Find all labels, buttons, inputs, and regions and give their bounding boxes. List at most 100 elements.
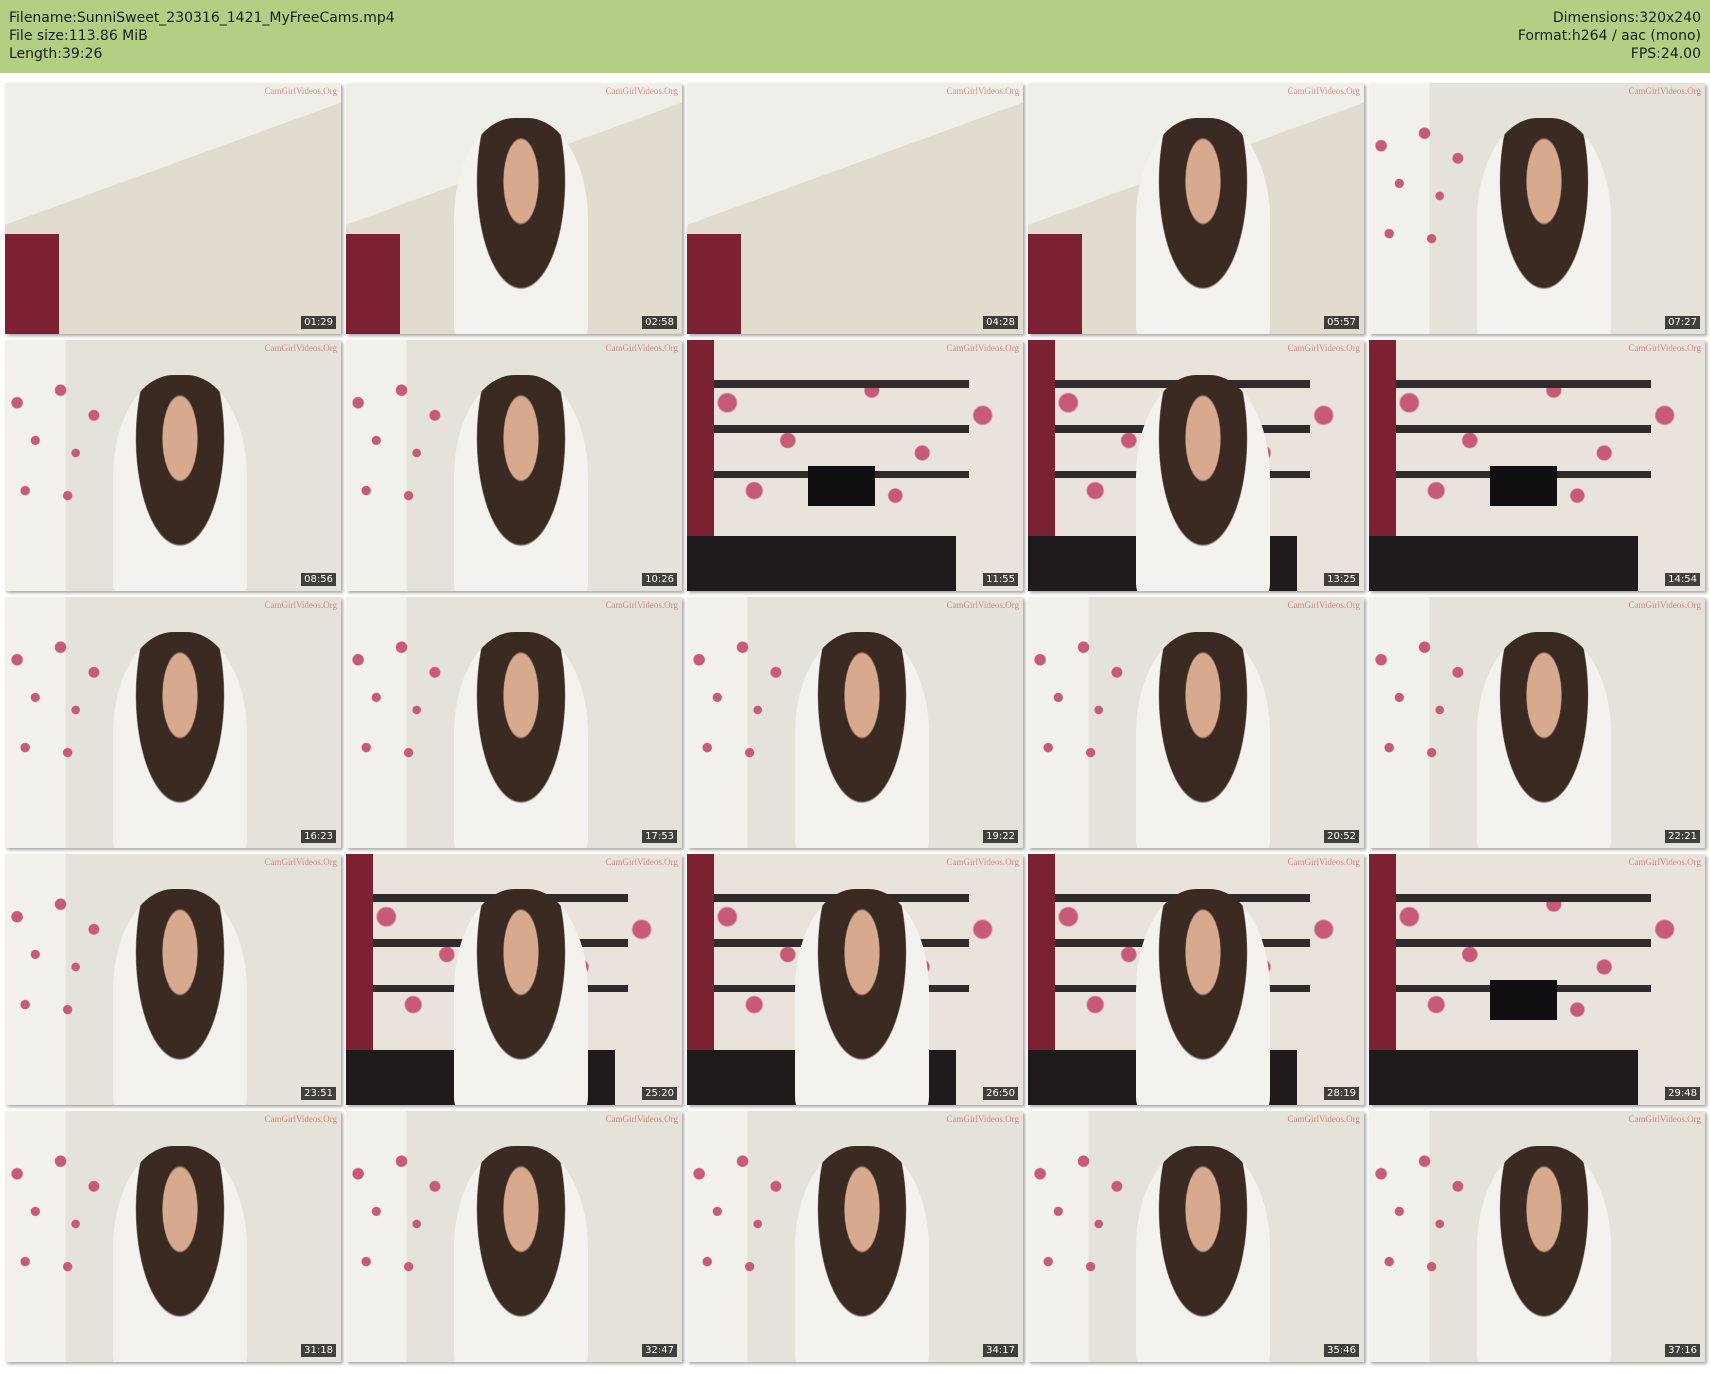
watermark-logo: CamGirlVideos.Org xyxy=(1287,86,1360,96)
watermark-logo: CamGirlVideos.Org xyxy=(605,857,678,867)
length-value: 39:26 xyxy=(62,46,103,62)
video-thumbnail: CamGirlVideos.Org 02:58 xyxy=(346,83,682,334)
video-thumbnail: CamGirlVideos.Org 28:19 xyxy=(1028,854,1364,1105)
watermark-logo: CamGirlVideos.Org xyxy=(264,600,337,610)
person-figure xyxy=(1135,889,1270,1105)
flower-wall-decal xyxy=(5,854,106,1105)
timestamp-label: 26:50 xyxy=(983,1087,1018,1100)
watermark-logo: CamGirlVideos.Org xyxy=(605,343,678,353)
video-thumbnail: CamGirlVideos.Org 20:52 xyxy=(1028,597,1364,848)
video-thumbnail: CamGirlVideos.Org 32:47 xyxy=(346,1111,682,1362)
watermark-logo: CamGirlVideos.Org xyxy=(1628,86,1701,96)
video-thumbnail: CamGirlVideos.Org 08:56 xyxy=(5,340,341,591)
watermark-logo: CamGirlVideos.Org xyxy=(946,343,1019,353)
flower-wall-decal xyxy=(346,597,447,848)
red-wall-accent xyxy=(5,233,59,334)
watermark-logo: CamGirlVideos.Org xyxy=(605,86,678,96)
video-thumbnail: CamGirlVideos.Org 05:57 xyxy=(1028,83,1364,334)
dimensions-label: Dimensions: xyxy=(1552,10,1640,26)
fps-value: 24.00 xyxy=(1660,46,1701,62)
wall-shelf xyxy=(713,380,970,388)
timestamp-label: 22:21 xyxy=(1665,830,1700,843)
video-thumbnail: CamGirlVideos.Org 25:20 xyxy=(346,854,682,1105)
timestamp-label: 20:52 xyxy=(1324,830,1359,843)
tv-cabinet xyxy=(1369,535,1638,591)
timestamp-label: 04:28 xyxy=(983,316,1018,329)
timestamp-label: 07:27 xyxy=(1665,316,1700,329)
dimensions-value: 320x240 xyxy=(1639,10,1701,26)
video-thumbnail: CamGirlVideos.Org 22:21 xyxy=(1369,597,1705,848)
stream-info: Dimensions: 320x240 Format: h264 / aac (… xyxy=(1518,9,1701,63)
timestamp-label: 08:56 xyxy=(301,573,336,586)
fps-label: FPS: xyxy=(1630,46,1661,62)
person-figure xyxy=(1135,375,1270,591)
person-figure xyxy=(112,632,247,848)
filesize-label: File size: xyxy=(9,28,69,44)
tv-cabinet xyxy=(1369,1049,1638,1105)
watermark-logo: CamGirlVideos.Org xyxy=(1287,600,1360,610)
person-figure xyxy=(794,889,929,1105)
timestamp-label: 11:55 xyxy=(983,573,1018,586)
flower-wall-decal xyxy=(346,340,447,591)
timestamp-label: 32:47 xyxy=(642,1344,677,1357)
watermark-logo: CamGirlVideos.Org xyxy=(264,857,337,867)
person-figure xyxy=(453,118,588,334)
video-thumbnail: CamGirlVideos.Org 37:16 xyxy=(1369,1111,1705,1362)
timestamp-label: 29:48 xyxy=(1665,1087,1700,1100)
wall-shelf xyxy=(1395,380,1652,388)
length-line: Length: 39:26 xyxy=(9,45,395,63)
timestamp-label: 01:29 xyxy=(301,316,336,329)
video-thumbnail: CamGirlVideos.Org 19:22 xyxy=(687,597,1023,848)
person-figure xyxy=(453,632,588,848)
video-thumbnail: CamGirlVideos.Org 07:27 xyxy=(1369,83,1705,334)
watermark-logo: CamGirlVideos.Org xyxy=(946,1114,1019,1124)
watermark-logo: CamGirlVideos.Org xyxy=(946,600,1019,610)
video-thumbnail: CamGirlVideos.Org 01:29 xyxy=(5,83,341,334)
wall-shelf xyxy=(713,425,970,433)
timestamp-label: 02:58 xyxy=(642,316,677,329)
watermark-logo: CamGirlVideos.Org xyxy=(264,86,337,96)
filesize-line: File size: 113.86 MiB xyxy=(9,27,395,45)
tv-cabinet xyxy=(687,535,956,591)
timestamp-label: 10:26 xyxy=(642,573,677,586)
television xyxy=(1489,979,1558,1020)
television xyxy=(1489,465,1558,506)
wall-shelf xyxy=(1395,894,1652,902)
person-figure xyxy=(112,1146,247,1362)
watermark-logo: CamGirlVideos.Org xyxy=(1628,857,1701,867)
info-header: Filename: SunniSweet_230316_1421_MyFreeC… xyxy=(0,0,1710,73)
wall-shelf xyxy=(1395,939,1652,947)
video-thumbnail: CamGirlVideos.Org 13:25 xyxy=(1028,340,1364,591)
flower-wall-decal xyxy=(687,1111,788,1362)
video-thumbnail: CamGirlVideos.Org 16:23 xyxy=(5,597,341,848)
timestamp-label: 13:25 xyxy=(1324,573,1359,586)
person-figure xyxy=(794,1146,929,1362)
watermark-logo: CamGirlVideos.Org xyxy=(264,343,337,353)
timestamp-label: 14:54 xyxy=(1665,573,1700,586)
video-thumbnail: CamGirlVideos.Org 35:46 xyxy=(1028,1111,1364,1362)
file-info: Filename: SunniSweet_230316_1421_MyFreeC… xyxy=(9,9,395,63)
timestamp-label: 35:46 xyxy=(1324,1344,1359,1357)
timestamp-label: 28:19 xyxy=(1324,1087,1359,1100)
timestamp-label: 31:18 xyxy=(301,1344,336,1357)
television xyxy=(807,465,876,506)
format-label: Format: xyxy=(1517,28,1572,44)
video-thumbnail: CamGirlVideos.Org 10:26 xyxy=(346,340,682,591)
red-wall-accent xyxy=(1028,233,1082,334)
person-figure xyxy=(112,889,247,1105)
video-thumbnail: CamGirlVideos.Org 34:17 xyxy=(687,1111,1023,1362)
person-figure xyxy=(1476,118,1611,334)
flower-wall-decal xyxy=(346,1111,447,1362)
watermark-logo: CamGirlVideos.Org xyxy=(1628,600,1701,610)
watermark-logo: CamGirlVideos.Org xyxy=(264,1114,337,1124)
format-line: Format: h264 / aac (mono) xyxy=(1518,27,1701,45)
video-thumbnail: CamGirlVideos.Org 23:51 xyxy=(5,854,341,1105)
watermark-logo: CamGirlVideos.Org xyxy=(1287,1114,1360,1124)
person-figure xyxy=(1476,1146,1611,1362)
thumbnail-grid: CamGirlVideos.Org 01:29 CamGirlVideos.Org 0… xyxy=(5,83,1705,1362)
person-figure xyxy=(1135,118,1270,334)
flower-wall-decal xyxy=(1369,597,1470,848)
timestamp-label: 19:22 xyxy=(983,830,1018,843)
filename-value: SunniSweet_230316_1421_MyFreeCams.mp4 xyxy=(76,10,395,26)
watermark-logo: CamGirlVideos.Org xyxy=(946,86,1019,96)
